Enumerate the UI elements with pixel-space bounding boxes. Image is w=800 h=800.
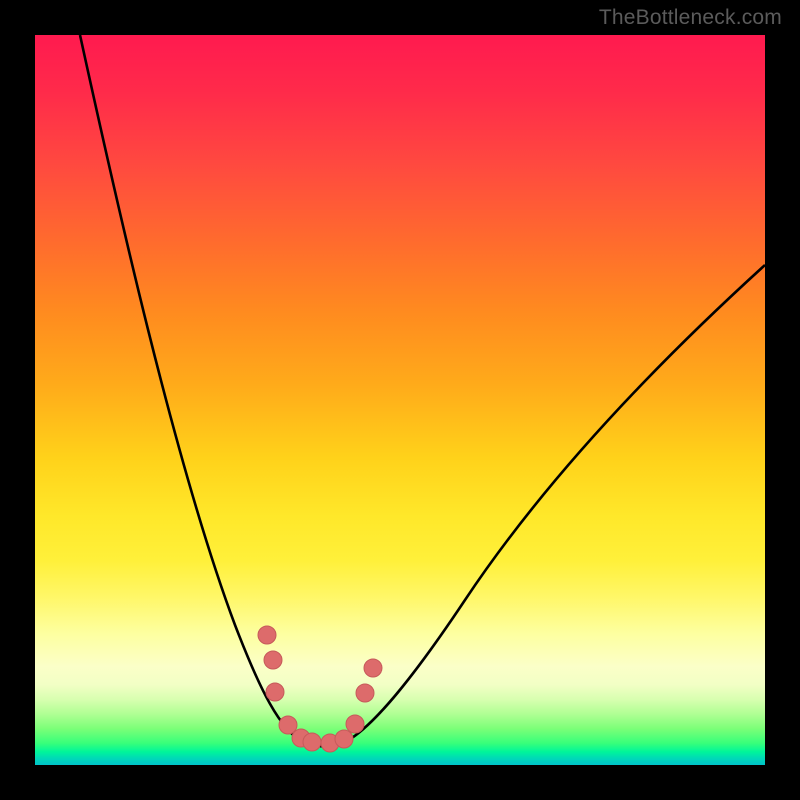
curve-svg [35, 35, 765, 765]
data-marker [266, 683, 284, 701]
data-marker [356, 684, 374, 702]
data-marker [303, 733, 321, 751]
data-marker [335, 730, 353, 748]
plot-area [35, 35, 765, 765]
marker-group [258, 626, 382, 752]
watermark-text: TheBottleneck.com [599, 6, 782, 30]
data-marker [258, 626, 276, 644]
data-marker [346, 715, 364, 733]
chart-container: TheBottleneck.com [0, 0, 800, 800]
data-marker [264, 651, 282, 669]
data-marker [364, 659, 382, 677]
bottleneck-curve [80, 35, 765, 746]
